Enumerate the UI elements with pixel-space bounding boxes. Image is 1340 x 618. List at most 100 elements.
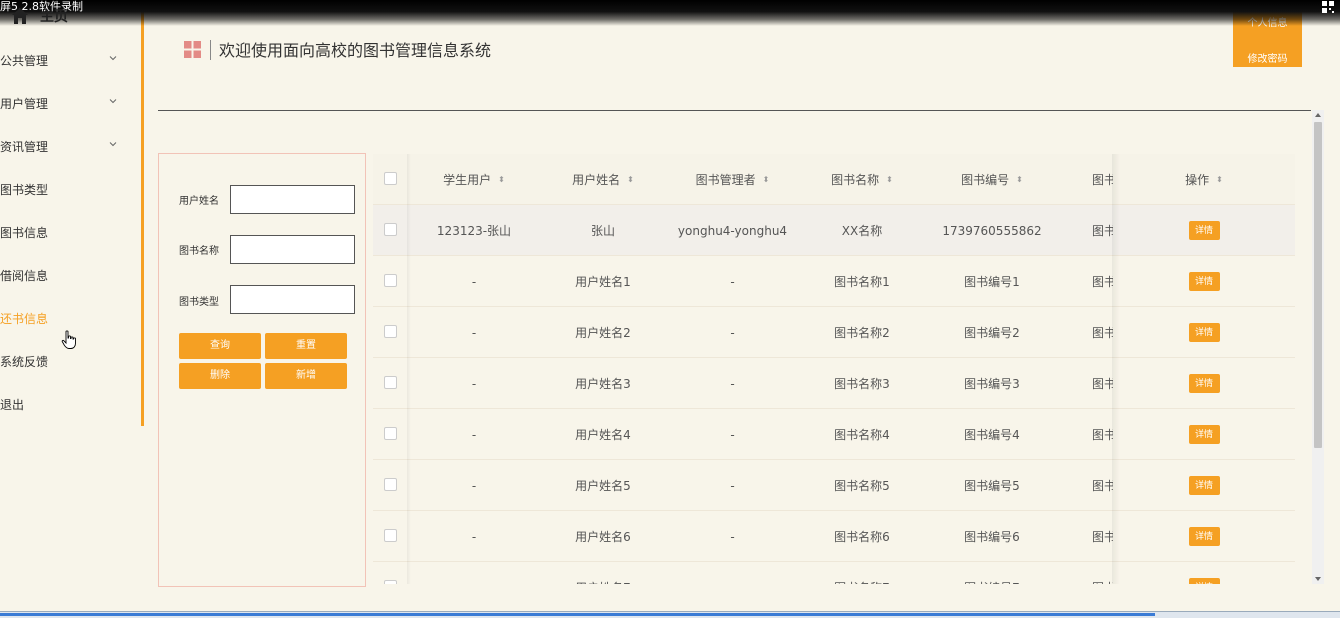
chevron-down-icon <box>109 56 117 61</box>
table-cell: XX名称 <box>841 224 883 238</box>
sort-icon[interactable]: ⬍ <box>627 175 634 184</box>
sidebar: 公共管理 用户管理 资讯管理 图书类型 图书信息 借阅信息 还书信息 系统反馈 … <box>0 0 144 426</box>
table-row[interactable]: - 用户姓名2 - 图书名称2 图书编号2 图书 详情 <box>373 307 1295 358</box>
detail-button[interactable]: 详情 <box>1188 476 1220 495</box>
sidebar-item-book-info[interactable]: 图书信息 <box>0 220 140 244</box>
scroll-up-arrow-icon[interactable] <box>1315 113 1321 117</box>
vertical-scrollbar[interactable] <box>1312 110 1324 584</box>
table-cell: 图书 <box>1092 224 1113 238</box>
table-cell: 图书名称2 <box>834 326 890 340</box>
table-cell: 图书编号4 <box>964 428 1020 442</box>
table-cell: - <box>730 529 735 544</box>
table-cell: - <box>730 274 735 289</box>
sort-icon[interactable]: ⬍ <box>1216 175 1223 184</box>
table-row[interactable]: - 用户姓名1 - 图书名称1 图书编号1 图书 详情 <box>373 256 1295 307</box>
change-password-button[interactable]: 修改密码 <box>1233 50 1302 65</box>
sidebar-item-borrow-info[interactable]: 借阅信息 <box>0 263 140 287</box>
reset-button[interactable]: 重置 <box>265 333 347 359</box>
username-input[interactable] <box>230 185 355 214</box>
fixed-column-shadow <box>1112 154 1120 584</box>
action-cell: 详情 <box>1113 358 1295 409</box>
row-checkbox[interactable] <box>384 223 397 236</box>
query-button[interactable]: 查询 <box>179 333 261 359</box>
table-row[interactable]: 123123-张山 张山 yonghu4-yonghu4 XX名称 1739760555… <box>373 205 1295 256</box>
column-header[interactable]: 用户姓名 ⬍ <box>538 154 668 205</box>
detail-button[interactable]: 详情 <box>1188 425 1220 444</box>
sidebar-item-label: 退出 <box>0 397 25 412</box>
table-cell: 图书 <box>1092 377 1113 391</box>
column-header[interactable]: 图书 <box>1057 154 1113 205</box>
recorder-banner <box>0 0 1340 26</box>
add-button[interactable]: 新增 <box>265 363 347 389</box>
column-header[interactable]: 图书名称 ⬍ <box>797 154 927 205</box>
table-row[interactable]: - 用户姓名3 - 图书名称3 图书编号3 图书 详情 <box>373 358 1295 409</box>
table-row[interactable]: - 用户姓名4 - 图书名称4 图书编号4 图书 详情 <box>373 409 1295 460</box>
sidebar-item-return-info[interactable]: 还书信息 <box>0 306 140 330</box>
username-label: 用户姓名 <box>179 196 219 207</box>
detail-button[interactable]: 详情 <box>1188 374 1220 393</box>
table-cell: yonghu4-yonghu4 <box>677 223 788 238</box>
hand-cursor-icon <box>61 330 76 349</box>
bookname-label: 图书名称 <box>179 246 219 257</box>
table-cell: 图书 <box>1092 428 1113 442</box>
sort-icon[interactable]: ⬍ <box>763 175 770 184</box>
column-header-label: 图书管理者 <box>695 173 756 187</box>
sort-icon[interactable]: ⬍ <box>886 175 893 184</box>
select-all-checkbox[interactable] <box>384 172 397 185</box>
sidebar-item-user-management[interactable]: 用户管理 <box>0 91 140 115</box>
column-header-label: 图书编号 <box>961 173 1010 187</box>
scroll-thumb[interactable] <box>1314 122 1322 448</box>
table-row[interactable]: -用户姓名7-图书名称7图书编号7图书详情 <box>373 562 1295 584</box>
action-cell: 详情 <box>1113 205 1295 256</box>
row-checkbox[interactable] <box>384 427 397 440</box>
row-checkbox[interactable] <box>384 274 397 287</box>
bookname-input[interactable] <box>230 235 355 264</box>
detail-button[interactable]: 详情 <box>1188 323 1220 342</box>
detail-button[interactable]: 详情 <box>1188 527 1220 546</box>
scroll-down-arrow-icon[interactable] <box>1315 577 1321 581</box>
sidebar-item-news-management[interactable]: 资讯管理 <box>0 134 140 158</box>
delete-button[interactable]: 删除 <box>179 363 261 389</box>
booktype-input[interactable] <box>230 285 355 314</box>
table-cell: - <box>471 325 477 340</box>
table-cell: 用户姓名3 <box>575 377 631 391</box>
column-header[interactable]: 操作 ⬍ <box>1113 154 1295 205</box>
row-checkbox[interactable] <box>384 325 397 338</box>
sort-icon[interactable]: ⬍ <box>1016 175 1023 184</box>
table-cell: 图书名称6 <box>834 530 890 544</box>
home-link[interactable]: 主页 <box>10 4 68 28</box>
progress-fill <box>0 613 1155 616</box>
detail-button[interactable]: 详情 <box>1188 221 1220 240</box>
header-divider <box>158 110 1311 111</box>
sidebar-item-logout[interactable]: 退出 <box>0 392 140 416</box>
column-header[interactable]: 图书管理者 ⬍ <box>668 154 797 205</box>
row-checkbox[interactable] <box>384 580 397 584</box>
row-checkbox[interactable] <box>384 478 397 491</box>
sidebar-item-feedback[interactable]: 系统反馈 <box>0 349 140 373</box>
table-row[interactable]: - 用户姓名5 - 图书名称5 图书编号5 图书 详情 <box>373 460 1295 511</box>
row-checkbox[interactable] <box>384 376 397 389</box>
grid-icon[interactable] <box>1322 1 1334 16</box>
table-cell: - <box>471 376 477 391</box>
sidebar-item-label: 公共管理 <box>0 53 49 68</box>
detail-button[interactable]: 详情 <box>1188 578 1220 584</box>
sidebar-item-book-type[interactable]: 图书类型 <box>0 177 140 201</box>
column-header-label: 图书名称 <box>831 173 880 187</box>
table-cell: 图书名称7 <box>797 562 927 584</box>
table-cell: 张山 <box>590 224 615 238</box>
sidebar-item-public-management[interactable]: 公共管理 <box>0 48 140 72</box>
sort-icon[interactable]: ⬍ <box>498 175 505 184</box>
search-panel: 用户姓名 图书名称 图书类型 查询 重置 删除 新增 <box>158 153 366 587</box>
action-cell: 详情 <box>1113 307 1295 358</box>
detail-button[interactable]: 详情 <box>1188 272 1220 291</box>
row-checkbox[interactable] <box>384 529 397 542</box>
table-cell: 图书编号2 <box>964 326 1020 340</box>
action-cell: 详情 <box>1113 511 1295 562</box>
sidebar-item-label: 图书类型 <box>0 182 49 197</box>
column-header[interactable]: 学生用户 ⬍ <box>410 154 538 205</box>
chevron-down-icon <box>109 99 117 104</box>
table-cell: 图书 <box>1092 479 1113 493</box>
table-cell: 图书编号5 <box>964 479 1020 493</box>
table-row[interactable]: - 用户姓名6 - 图书名称6 图书编号6 图书 详情 <box>373 511 1295 562</box>
column-header[interactable]: 图书编号 ⬍ <box>927 154 1057 205</box>
